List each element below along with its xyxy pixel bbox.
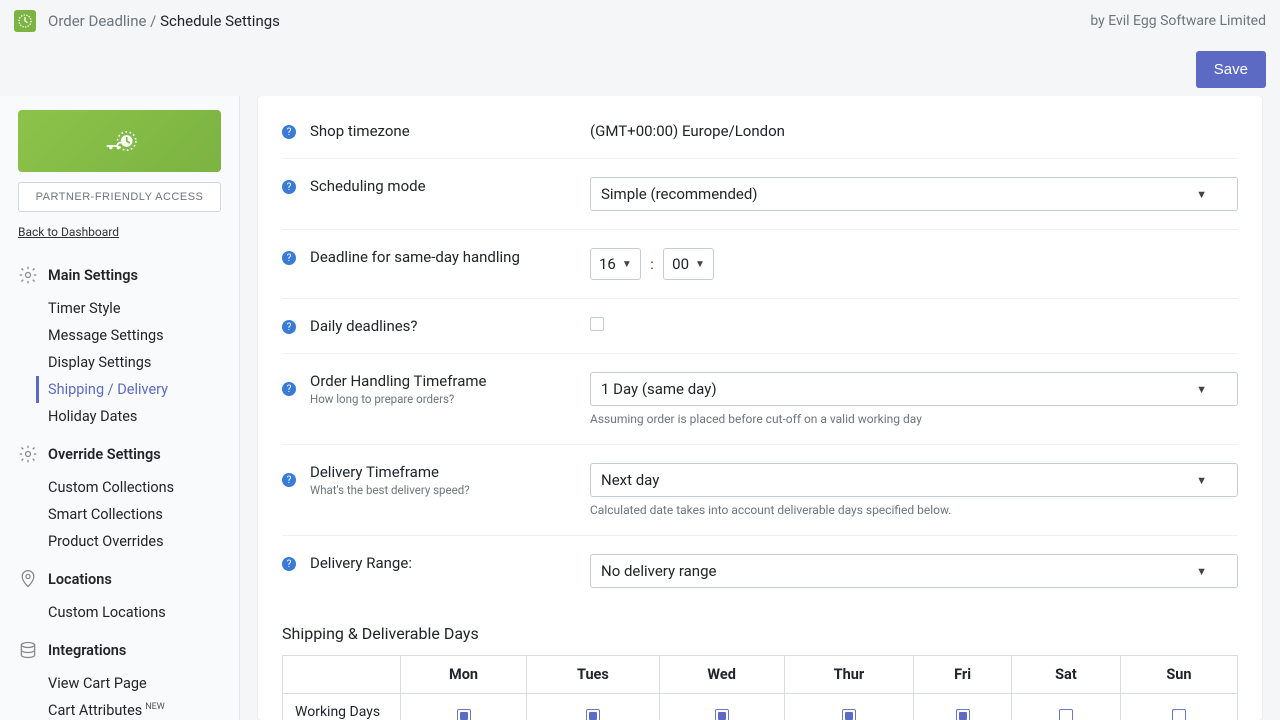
sidebar-group-head: Main Settings (18, 265, 221, 285)
day-checkbox[interactable] (1172, 709, 1186, 720)
sidebar-group-head: Override Settings (18, 444, 221, 464)
timezone-label: Shop timezone (310, 122, 590, 140)
delivery-hint: Calculated date takes into account deliv… (590, 503, 1238, 517)
day-checkbox[interactable] (715, 709, 729, 720)
handling-hint: Assuming order is placed before cut-off … (590, 412, 1238, 426)
sidebar-item[interactable]: Message Settings (48, 322, 221, 349)
delivery-range-select[interactable]: No delivery range▼ (590, 554, 1238, 588)
breadcrumb-current: Schedule Settings (160, 12, 280, 30)
daily-deadlines-checkbox[interactable] (590, 317, 604, 331)
app-logo-icon (14, 10, 36, 32)
breadcrumb: Order Deadline / Schedule Settings (48, 12, 280, 30)
day-col: Mon (401, 656, 527, 694)
sidebar-item[interactable]: Custom Collections (48, 474, 221, 501)
days-table: MonTuesWedThurFriSatSun Working Daysor s… (282, 655, 1238, 720)
delivery-label: Delivery Timeframe (310, 463, 590, 481)
chevron-down-icon: ▼ (1196, 474, 1207, 487)
partner-access-button[interactable]: PARTNER-FRIENDLY ACCESS (18, 182, 221, 212)
sidebar-item[interactable]: Shipping / Delivery (36, 376, 221, 403)
chevron-down-icon: ▼ (1196, 188, 1207, 201)
back-to-dashboard-link[interactable]: Back to Dashboard (18, 225, 119, 239)
day-col: Sat (1012, 656, 1121, 694)
sidebar-hero (18, 110, 221, 172)
day-col: Sun (1120, 656, 1237, 694)
deadline-minute-select[interactable]: 00▼ (663, 248, 714, 280)
savebar: Save (0, 42, 1280, 96)
sidebar-item[interactable]: Timer Style (48, 295, 221, 322)
sidebar-item[interactable]: Display Settings (48, 349, 221, 376)
day-checkbox[interactable] (586, 709, 600, 720)
delivery-timeframe-select[interactable]: Next day▼ (590, 463, 1238, 497)
help-icon[interactable]: ? (282, 382, 296, 396)
table-row: Working Daysor shipping days (283, 694, 1238, 720)
save-button[interactable]: Save (1196, 51, 1266, 88)
sidebar-item[interactable]: Smart Collections (48, 501, 221, 528)
handling-sublabel: How long to prepare orders? (310, 392, 590, 406)
breadcrumb-parent[interactable]: Order Deadline (48, 12, 146, 30)
sidebar-item[interactable]: View Cart Page (48, 670, 221, 697)
day-checkbox[interactable] (842, 709, 856, 720)
day-col: Fri (914, 656, 1012, 694)
sidebar-item[interactable]: Product Overrides (48, 528, 221, 555)
topbar: Order Deadline / Schedule Settings by Ev… (0, 0, 1280, 42)
handling-timeframe-select[interactable]: 1 Day (same day)▼ (590, 372, 1238, 406)
author-label: by Evil Egg Software Limited (1090, 13, 1266, 29)
day-checkbox[interactable] (457, 709, 471, 720)
scheduling-mode-select[interactable]: Simple (recommended)▼ (590, 177, 1238, 211)
chevron-down-icon: ▼ (695, 259, 705, 270)
delivery-range-label: Delivery Range: (310, 554, 590, 572)
help-icon[interactable]: ? (282, 557, 296, 571)
help-icon[interactable]: ? (282, 251, 296, 265)
sidebar: PARTNER-FRIENDLY ACCESS Back to Dashboar… (0, 96, 240, 720)
day-col: Thur (784, 656, 914, 694)
sidebar-item[interactable]: Cart AttributesNEW (48, 697, 221, 720)
scheduling-mode-label: Scheduling mode (310, 177, 590, 195)
settings-card: ? Shop timezone (GMT+00:00) Europe/Londo… (258, 96, 1262, 720)
sidebar-group-head: Locations (18, 569, 221, 589)
delivery-sublabel: What's the best delivery speed? (310, 483, 590, 497)
day-checkbox[interactable] (956, 709, 970, 720)
day-col: Tues (527, 656, 660, 694)
chevron-down-icon: ▼ (1196, 565, 1207, 578)
help-icon[interactable]: ? (282, 180, 296, 194)
sidebar-item[interactable]: Custom Locations (48, 599, 221, 626)
day-checkbox[interactable] (1059, 709, 1073, 720)
help-icon[interactable]: ? (282, 320, 296, 334)
row-head: Working Daysor shipping days (283, 694, 401, 720)
deadline-label: Deadline for same-day handling (310, 248, 590, 266)
chevron-down-icon: ▼ (622, 259, 632, 270)
timezone-value: (GMT+00:00) Europe/London (590, 122, 1238, 140)
deadline-hour-select[interactable]: 16▼ (590, 248, 641, 280)
sidebar-group-head: Integrations (18, 640, 221, 660)
handling-label: Order Handling Timeframe (310, 372, 590, 390)
day-col: Wed (659, 656, 784, 694)
daily-deadlines-label: Daily deadlines? (310, 317, 590, 335)
help-icon[interactable]: ? (282, 473, 296, 487)
chevron-down-icon: ▼ (1196, 383, 1207, 396)
help-icon[interactable]: ? (282, 125, 296, 139)
sidebar-item[interactable]: Holiday Dates (48, 403, 221, 430)
days-heading: Shipping & Deliverable Days (282, 624, 1238, 643)
